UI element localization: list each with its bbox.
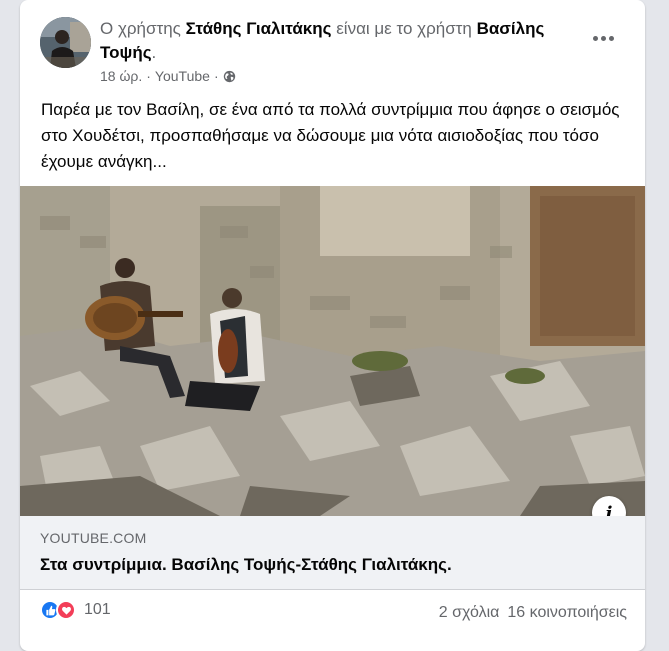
shares-count-link[interactable]: 16 κοινοποιήσεις: [507, 604, 627, 622]
header-prefix: Ο χρήστης: [100, 19, 186, 38]
link-title[interactable]: Στα συντρίμμια. Βασίλης Τοψής-Στάθης Για…: [40, 555, 452, 575]
author-name-link[interactable]: Στάθης Γιαλιτάκης: [186, 19, 332, 38]
post-meta: 18 ώρ. · YouTube ·: [100, 68, 236, 84]
meta-separator-2: ·: [213, 68, 219, 84]
video-thumbnail[interactable]: [20, 186, 645, 516]
rubble-scene-image: [20, 186, 645, 516]
avatar-image: [40, 17, 91, 68]
globe-icon[interactable]: [223, 70, 236, 83]
post-header: Ο χρήστης Στάθης Γιαλιτάκης είναι με το …: [100, 17, 570, 65]
post-footer: 101 2 σχόλια 16 κοινοποιήσεις: [20, 590, 645, 638]
love-reaction-icon: [56, 600, 76, 620]
post-source: YouTube: [154, 68, 210, 84]
more-dot-icon: [600, 35, 606, 41]
post-card: Ο χρήστης Στάθης Γιαλιτάκης είναι με το …: [20, 0, 645, 651]
reaction-count: 101: [84, 601, 111, 618]
link-domain: YOUTUBE.COM: [40, 530, 147, 546]
reactions-summary[interactable]: 101: [40, 600, 111, 620]
comments-count-link[interactable]: 2 σχόλια: [439, 604, 500, 622]
more-options-button[interactable]: [588, 26, 618, 50]
header-suffix: .: [151, 43, 157, 62]
more-dot-icon: [592, 35, 598, 41]
meta-separator: ·: [146, 68, 151, 84]
link-preview[interactable]: YOUTUBE.COM Στα συντρίμμια. Βασίλης Τοψή…: [20, 516, 645, 590]
engagement-counts: 2 σχόλια 16 κοινοποιήσεις: [439, 604, 627, 622]
header-middle: είναι με το χρήστη: [331, 19, 477, 38]
avatar[interactable]: [40, 17, 91, 68]
post-body-text: Παρέα με τον Βασίλη, σε ένα από τα πολλά…: [41, 100, 620, 171]
post-timestamp[interactable]: 18 ώρ.: [100, 68, 142, 84]
more-dot-icon: [608, 35, 614, 41]
